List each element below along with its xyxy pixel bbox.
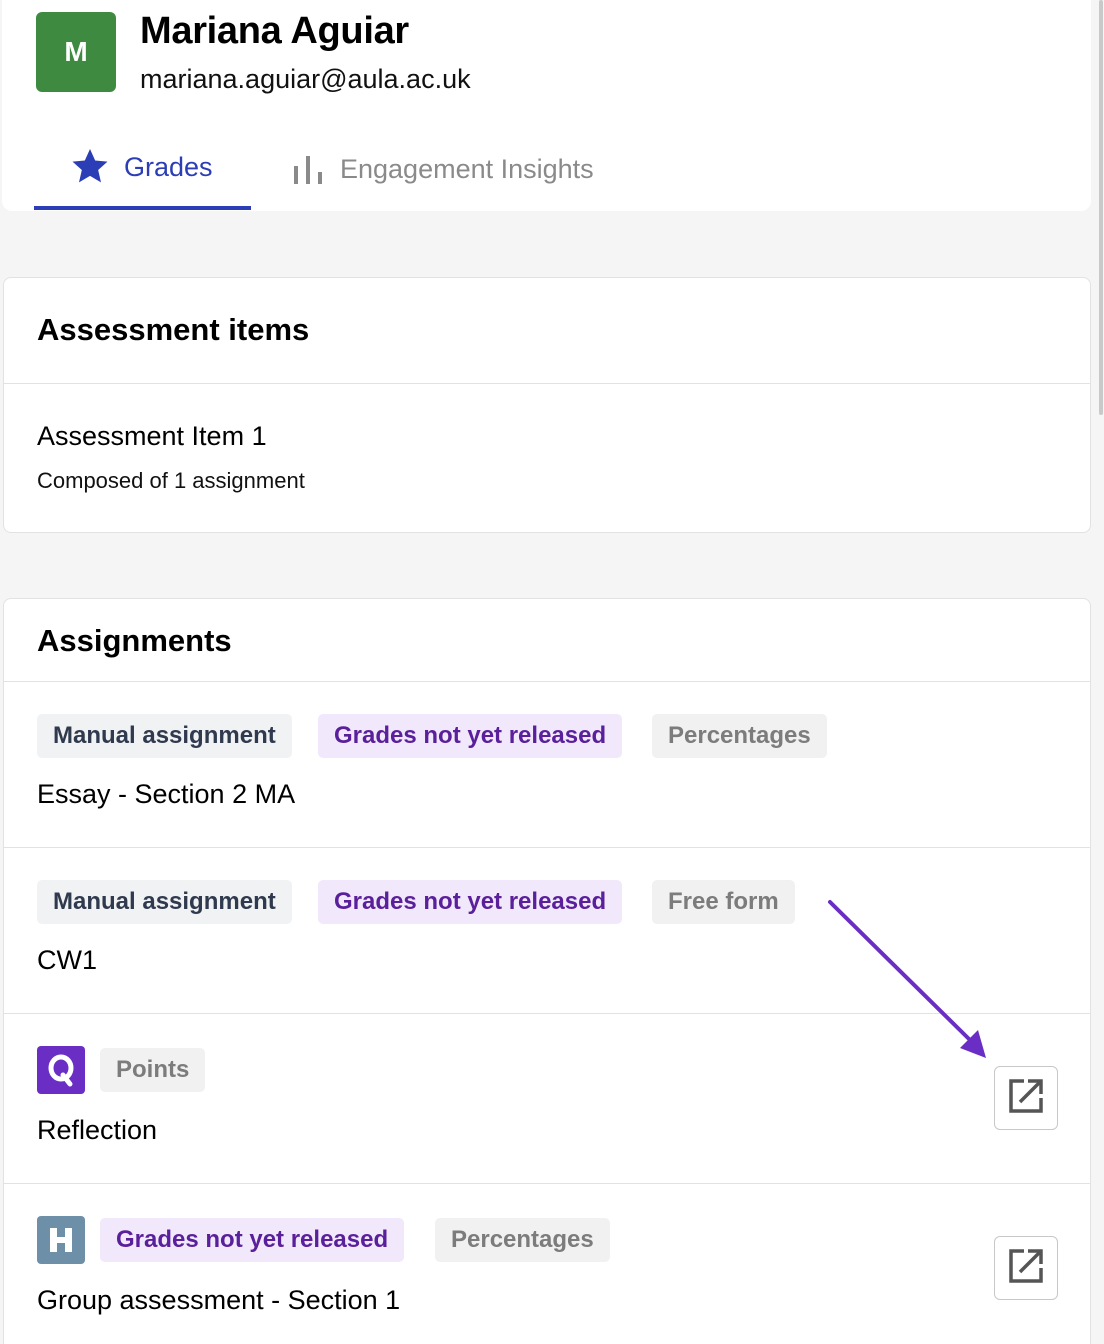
grade-type-badge: Points [100, 1048, 206, 1092]
grades-status-badge: Grades not yet released [100, 1218, 405, 1262]
tab-engagement-insights-label: Engagement Insights [340, 154, 594, 184]
grades-status-badge: Grades not yet released [318, 880, 623, 924]
profile-header: M Mariana Aguiar mariana.aguiar@aula.ac.… [2, 0, 1091, 211]
assignment-name: Essay - Section 2 MA [37, 779, 296, 809]
divider [4, 681, 1090, 682]
h-app-icon [37, 1216, 85, 1264]
assessment-item-title[interactable]: Assessment Item 1 [37, 421, 267, 452]
open-external-icon [1006, 1246, 1046, 1291]
scrollbar[interactable] [1098, 0, 1104, 420]
manual-assignment-badge: Manual assignment [37, 714, 292, 758]
open-external-icon [1006, 1076, 1046, 1121]
annotation-arrow [820, 890, 1000, 1075]
assignment-name: Group assessment - Section 1 [37, 1285, 401, 1315]
q-app-icon [37, 1046, 85, 1094]
divider [4, 1183, 1090, 1184]
assignment-name: CW1 [37, 945, 97, 975]
divider [4, 383, 1090, 384]
assessment-items-card: Assessment items Assessment Item 1 Compo… [3, 277, 1091, 533]
grades-status-badge: Grades not yet released [318, 714, 623, 758]
tab-engagement-insights[interactable]: Engagement Insights [292, 140, 594, 210]
tab-grades-label: Grades [124, 152, 213, 182]
assignment-name: Reflection [37, 1115, 158, 1145]
grade-type-badge: Percentages [652, 714, 827, 758]
manual-assignment-badge: Manual assignment [37, 880, 292, 924]
user-name: Mariana Aguiar [140, 10, 409, 52]
avatar: M [36, 12, 116, 92]
open-external-button[interactable] [994, 1066, 1058, 1130]
open-external-button[interactable] [994, 1236, 1058, 1300]
assessment-items-heading: Assessment items [37, 312, 310, 347]
assignments-heading: Assignments [37, 623, 232, 658]
grade-type-badge: Free form [652, 880, 795, 924]
tab-grades[interactable]: Grades [34, 140, 251, 210]
divider [4, 847, 1090, 848]
assessment-item-subtitle: Composed of 1 assignment [37, 468, 305, 493]
star-icon [70, 146, 110, 193]
user-email: mariana.aguiar@aula.ac.uk [140, 64, 471, 94]
bar-chart-icon [292, 154, 324, 193]
page: M Mariana Aguiar mariana.aguiar@aula.ac.… [0, 0, 1104, 1344]
grade-type-badge: Percentages [435, 1218, 610, 1262]
